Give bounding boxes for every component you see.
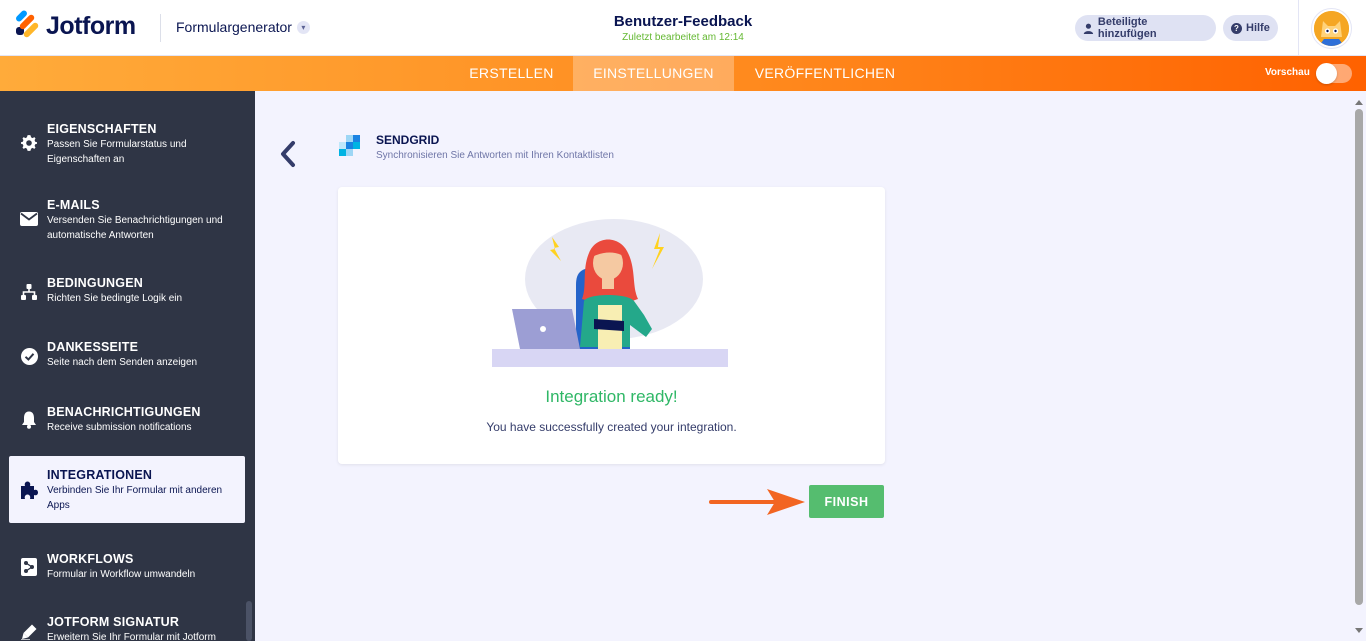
sidebar-item-desc: Versenden Sie Benachrichtigungen und aut… bbox=[47, 215, 223, 241]
builder-label: Formulargenerator bbox=[176, 19, 292, 35]
help-label: Hilfe bbox=[1246, 22, 1270, 34]
tab-create[interactable]: ERSTELLEN bbox=[453, 56, 570, 91]
sidebar-item-desc: Richten Sie bedingte Logik ein bbox=[47, 293, 183, 304]
sendgrid-logo-icon bbox=[339, 135, 360, 156]
sidebar-item-workflows[interactable]: WORKFLOWS Formular in Workflow umwandeln bbox=[9, 543, 245, 589]
help-button[interactable]: ? Hilfe bbox=[1223, 15, 1278, 41]
sidebar-item-title: INTEGRATIONEN bbox=[47, 468, 153, 482]
sidebar-item-desc: Verbinden Sie Ihr Formular mit anderen A… bbox=[47, 485, 223, 511]
puzzle-icon bbox=[19, 480, 39, 500]
sidebar-item-title: WORKFLOWS bbox=[47, 552, 134, 566]
sidebar-item-desc: Seite nach dem Senden anzeigen bbox=[47, 357, 198, 368]
help-icon: ? bbox=[1231, 22, 1242, 34]
hierarchy-icon bbox=[19, 282, 39, 302]
sidebar-item-integrations[interactable]: INTEGRATIONEN Verbinden Sie Ihr Formular… bbox=[9, 456, 245, 523]
add-participants-label: Beteiligte hinzufügen bbox=[1097, 16, 1157, 40]
scroll-down-icon[interactable] bbox=[1354, 627, 1364, 635]
integration-description: Synchronisieren Sie Antworten mit Ihren … bbox=[376, 150, 614, 161]
main-scrollbar[interactable] bbox=[1353, 95, 1363, 637]
sidebar-item-title: DANKESSEITE bbox=[47, 340, 139, 354]
integration-ready-card: Integration ready! You have successfully… bbox=[338, 187, 885, 464]
main-nav: ERSTELLEN EINSTELLUNGEN VERÖFFENTLICHEN … bbox=[0, 56, 1366, 91]
pointer-arrow-icon bbox=[709, 489, 805, 515]
logo-text: Jotform bbox=[46, 12, 136, 40]
preview-label: Vorschau bbox=[1265, 67, 1310, 78]
user-icon bbox=[1083, 23, 1094, 34]
sidebar-item-properties[interactable]: EIGENSCHAFTEN Passen Sie Formularstatus … bbox=[9, 113, 245, 173]
avatar[interactable] bbox=[1312, 9, 1351, 48]
sidebar-item-notifications[interactable]: BENACHRICHTIGUNGEN Receive submission no… bbox=[9, 396, 245, 442]
sidebar-item-desc: Receive submission notifications bbox=[47, 422, 192, 433]
header-divider bbox=[160, 14, 161, 42]
tab-publish[interactable]: VERÖFFENTLICHEN bbox=[738, 56, 912, 91]
integration-ready-title: Integration ready! bbox=[545, 387, 678, 406]
sidebar-item-title: BENACHRICHTIGUNGEN bbox=[47, 405, 201, 419]
gear-icon bbox=[19, 133, 39, 153]
sidebar-item-thankyou[interactable]: DANKESSEITE Seite nach dem Senden anzeig… bbox=[9, 331, 245, 377]
sidebar-item-desc: Erweitern Sie Ihr Formular mit Jotform bbox=[47, 632, 216, 641]
integration-title: SENDGRID bbox=[376, 133, 440, 147]
avatar-area bbox=[1298, 0, 1366, 56]
settings-sidebar: EIGENSCHAFTEN Passen Sie Formularstatus … bbox=[0, 91, 255, 641]
sidebar-item-desc: Formular in Workflow umwandeln bbox=[47, 569, 196, 580]
scroll-up-icon[interactable] bbox=[1354, 98, 1364, 106]
sidebar-item-conditions[interactable]: BEDINGUNGEN Richten Sie bedingte Logik e… bbox=[9, 267, 245, 313]
sidebar-item-signature[interactable]: JOTFORM SIGNATUR Erweitern Sie Ihr Formu… bbox=[9, 606, 245, 641]
jotform-logo-icon bbox=[14, 8, 40, 41]
pen-icon bbox=[19, 622, 39, 641]
sidebar-item-desc: Passen Sie Formularstatus und Eigenschaf… bbox=[47, 139, 187, 165]
integration-ready-message: You have successfully created your integ… bbox=[486, 420, 737, 434]
envelope-icon bbox=[19, 209, 39, 229]
preview-toggle[interactable] bbox=[1316, 63, 1352, 84]
jotform-logo[interactable]: Jotform bbox=[14, 8, 136, 41]
back-arrow-icon[interactable] bbox=[277, 139, 299, 169]
sidebar-item-title: BEDINGUNGEN bbox=[47, 276, 143, 290]
toggle-knob bbox=[1316, 63, 1337, 84]
tab-settings[interactable]: EINSTELLUNGEN bbox=[573, 56, 734, 91]
sidebar-item-title: E-MAILS bbox=[47, 198, 100, 212]
bell-icon bbox=[19, 410, 39, 430]
add-participants-button[interactable]: Beteiligte hinzufügen bbox=[1075, 15, 1216, 41]
workflow-icon bbox=[19, 557, 39, 577]
top-header: Jotform Formulargenerator ▾ Benutzer-Fee… bbox=[0, 0, 1366, 56]
sidebar-scrollbar[interactable] bbox=[246, 601, 252, 641]
sidebar-item-emails[interactable]: E-MAILS Versenden Sie Benachrichtigungen… bbox=[9, 189, 245, 249]
finish-button[interactable]: FINISH bbox=[809, 485, 884, 518]
cat-avatar-icon bbox=[1314, 11, 1349, 46]
main-content: SENDGRID Synchronisieren Sie Antworten m… bbox=[255, 91, 1366, 641]
chevron-down-icon: ▾ bbox=[296, 20, 310, 34]
woman-laptop-illustration bbox=[492, 219, 728, 367]
sidebar-item-title: EIGENSCHAFTEN bbox=[47, 122, 157, 136]
builder-selector[interactable]: Formulargenerator ▾ bbox=[176, 19, 310, 35]
scrollbar-thumb[interactable] bbox=[1355, 109, 1363, 605]
sidebar-item-title: JOTFORM SIGNATUR bbox=[47, 615, 180, 629]
check-circle-icon bbox=[19, 346, 39, 366]
